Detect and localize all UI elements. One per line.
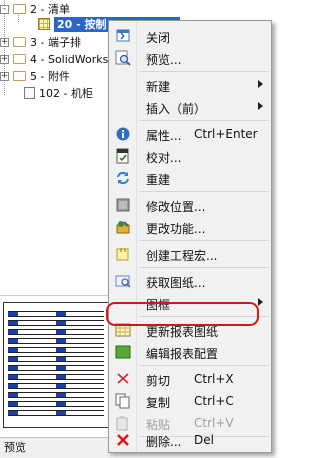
- tree-item-5[interactable]: + 5 - 附件: [0, 68, 70, 84]
- menu-item-delete[interactable]: 删除... Del: [109, 429, 271, 451]
- cut-icon: [115, 371, 131, 387]
- menu-item-proofread[interactable]: 校对...: [109, 145, 271, 167]
- menu-item-edit-report-config[interactable]: 编辑报表配置: [109, 341, 271, 363]
- tree-item-4[interactable]: + 4 - SolidWorks: [0, 51, 108, 67]
- menu-item-get-drawing[interactable]: 获取图纸...: [109, 270, 271, 292]
- preview-magnifier-icon: [115, 50, 131, 66]
- get-drawing-icon: [115, 273, 131, 289]
- delete-icon: [115, 432, 131, 448]
- tree-item-label: 4 - SolidWorks: [30, 52, 109, 66]
- expand-icon[interactable]: +: [0, 54, 9, 64]
- folder-icon: [13, 4, 26, 14]
- function-icon: [115, 219, 131, 235]
- menu-item-close[interactable]: 关闭: [109, 25, 271, 47]
- menu-item-change-location[interactable]: 修改位置...: [109, 194, 271, 216]
- tree-item-102[interactable]: 102 - 机柜: [24, 85, 93, 101]
- macro-icon: [115, 246, 131, 262]
- preview-tab[interactable]: 预览: [0, 437, 112, 458]
- refresh-icon: [115, 170, 131, 186]
- drawing-preview-thumbnail: [3, 302, 109, 428]
- menu-item-rebuild[interactable]: 重建: [109, 167, 271, 189]
- folder-icon: [13, 71, 26, 81]
- submenu-arrow-icon: [258, 298, 263, 306]
- tree-item-label: 3 - 端子排: [30, 36, 81, 49]
- expand-icon[interactable]: +: [0, 71, 9, 81]
- menu-item-create-macro[interactable]: 创建工程宏...: [109, 243, 271, 265]
- copy-icon: [115, 393, 131, 409]
- tree-item-label: 5 - 附件: [30, 70, 70, 83]
- checklist-icon: [115, 148, 131, 164]
- close-window-icon: [115, 28, 131, 44]
- tree-item-3[interactable]: + 3 - 端子排: [0, 34, 81, 50]
- collapse-icon[interactable]: -: [0, 4, 9, 14]
- submenu-arrow-icon: [258, 102, 263, 110]
- context-menu: 关闭 预览... 新建 插入（前） 属性... Ctrl+Enter 校对...…: [108, 20, 272, 453]
- menu-item-copy[interactable]: 复制 Ctrl+C: [109, 390, 271, 412]
- info-icon: [115, 126, 131, 142]
- folder-icon: [13, 54, 26, 64]
- sheet-icon: [24, 87, 35, 99]
- menu-item-cut[interactable]: 剪切 Ctrl+X: [109, 368, 271, 390]
- report-grid-icon: [38, 18, 50, 30]
- menu-item-insert-before[interactable]: 插入（前）: [109, 96, 271, 118]
- menu-item-new[interactable]: 新建: [109, 74, 271, 96]
- preview-pane: [0, 295, 112, 435]
- annotation-highlight-circle: [106, 302, 259, 326]
- tree-item-2[interactable]: - 2 - 清单: [0, 1, 70, 17]
- menu-item-properties[interactable]: 属性... Ctrl+Enter: [109, 123, 271, 145]
- expand-icon[interactable]: +: [0, 37, 9, 47]
- location-icon: [115, 197, 131, 213]
- tree-item-label: 102 - 机柜: [39, 87, 93, 100]
- submenu-arrow-icon: [258, 80, 263, 88]
- menu-item-preview[interactable]: 预览...: [109, 47, 271, 69]
- folder-icon: [13, 37, 26, 47]
- report-config-icon: [115, 344, 131, 360]
- menu-item-change-function[interactable]: 更改功能...: [109, 216, 271, 238]
- tree-item-label: 2 - 清单: [30, 3, 70, 16]
